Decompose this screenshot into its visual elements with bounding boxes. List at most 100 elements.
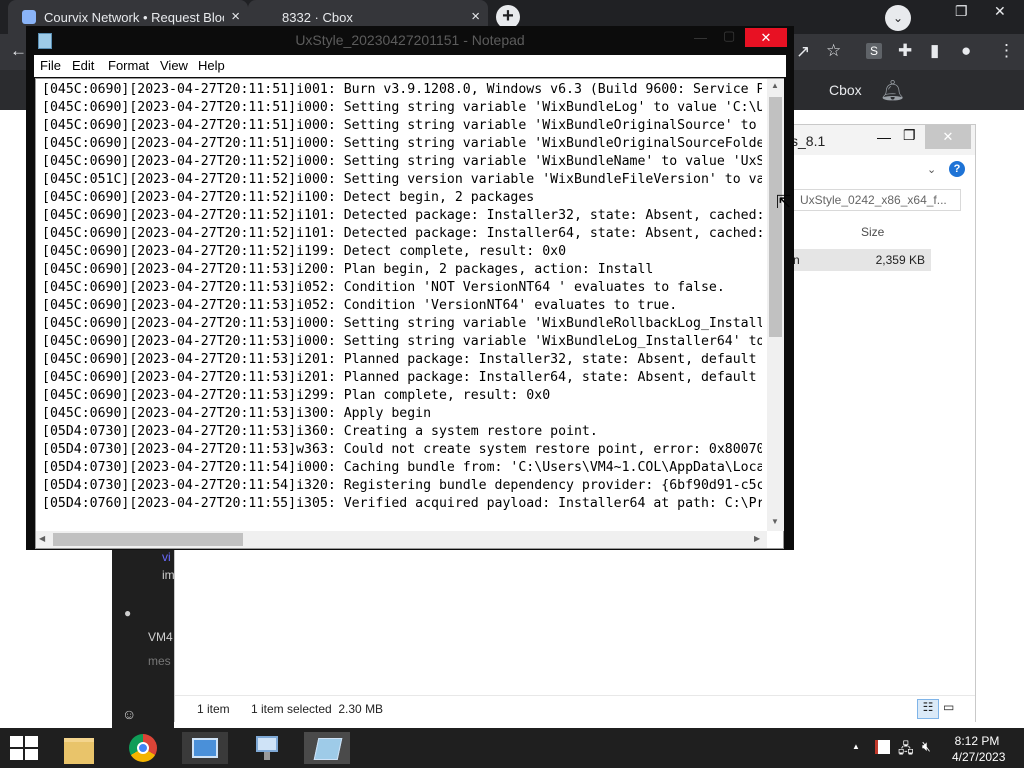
log-line[interactable]: [045C:0690][2023-04-27T20:11:53]i299: Pl… [42, 387, 762, 405]
scroll-left-icon[interactable]: ◀ [39, 534, 45, 543]
clock-date: 4/27/2023 [952, 750, 1006, 764]
file-name: n [793, 253, 800, 267]
action-center-flag-icon[interactable] [875, 740, 890, 754]
log-line[interactable]: [045C:0690][2023-04-27T20:11:52]i101: De… [42, 225, 762, 243]
notepad-text-area[interactable]: [045C:0690][2023-04-27T20:11:51]i001: Bu… [35, 78, 784, 549]
log-line[interactable]: [045C:0690][2023-04-27T20:11:53]i300: Ap… [42, 405, 762, 423]
extension-s-icon[interactable]: S [866, 43, 882, 59]
emoji-icon[interactable]: ☺ [122, 706, 136, 722]
thumbnail-view-icon[interactable]: ▭ [943, 700, 954, 714]
menu-view[interactable]: View [160, 58, 188, 73]
maximize-icon[interactable]: ❐ [903, 127, 916, 144]
log-line[interactable]: [045C:0690][2023-04-27T20:11:53]i201: Pl… [42, 369, 762, 387]
tab-close-icon[interactable]: × [231, 8, 240, 25]
log-line[interactable]: [045C:0690][2023-04-27T20:11:53]i000: Se… [42, 333, 762, 351]
window-restore-icon[interactable]: ❐ [955, 3, 968, 20]
log-line[interactable]: [05D4:0730][2023-04-27T20:11:54]i000: Ca… [42, 459, 762, 477]
notepad-menubar: File Edit Format View Help [34, 55, 786, 77]
start-button[interactable] [10, 736, 38, 760]
minimize-icon[interactable]: — [877, 129, 891, 145]
menu-edit[interactable]: Edit [72, 58, 94, 73]
courvix-favicon-icon [22, 10, 36, 24]
chat-username: VM4 [148, 630, 173, 644]
maximize-icon[interactable]: ▢ [723, 28, 735, 44]
item-count: 1 item [197, 702, 230, 716]
chevron-down-icon[interactable]: ⌄ [927, 163, 936, 176]
log-line[interactable]: [045C:051C][2023-04-27T20:11:52]i000: Se… [42, 171, 762, 189]
tab-search-button[interactable]: ⌄ [885, 5, 911, 31]
scroll-down-icon[interactable]: ▼ [771, 517, 779, 526]
log-line[interactable]: [05D4:0730][2023-04-27T20:11:53]w363: Co… [42, 441, 762, 459]
star-icon[interactable]: ☆ [826, 41, 841, 61]
notepad-title: UxStyle_20230427201151 - Notepad [295, 32, 525, 48]
network-tray-icon[interactable]: 🖧︎ [898, 738, 914, 762]
cbox-chat-panel: vi im ● VM4 mes ☺ [112, 550, 175, 730]
selection-info: 1 item selected 2.30 MB [251, 702, 384, 716]
log-line[interactable]: [045C:0690][2023-04-27T20:11:51]i001: Bu… [42, 81, 762, 99]
search-input[interactable]: UxStyle_0242_x86_x64_f... [791, 189, 961, 211]
notepad-window: UxStyle_20230427201151 - Notepad — ▢ ✕ F… [26, 26, 794, 550]
log-line[interactable]: [045C:0690][2023-04-27T20:11:52]i100: De… [42, 189, 762, 207]
minimize-icon[interactable]: — [694, 30, 707, 45]
log-line[interactable]: [05D4:0730][2023-04-27T20:11:54]i320: Re… [42, 477, 762, 495]
horizontal-scrollbar[interactable]: ◀ ▶ [36, 531, 767, 548]
log-line[interactable]: [045C:0690][2023-04-27T20:11:53]i052: Co… [42, 297, 762, 315]
file-explorer-taskbar-icon[interactable] [56, 732, 102, 764]
log-line[interactable]: [045C:0690][2023-04-27T20:11:51]i000: Se… [42, 117, 762, 135]
menu-format[interactable]: Format [108, 58, 149, 73]
explorer-statusbar: 1 item 1 item selected 2.30 MB ☷ ▭ [175, 695, 975, 722]
volume-mute-icon[interactable]: 🔇︎ [922, 738, 931, 755]
log-line[interactable]: [045C:0690][2023-04-27T20:11:53]i201: Pl… [42, 351, 762, 369]
details-view-icon[interactable]: ☷ [917, 699, 939, 719]
window-close-icon[interactable]: ✕ [994, 3, 1006, 20]
explorer-title: s_8.1 [791, 133, 826, 149]
log-line[interactable]: [045C:0690][2023-04-27T20:11:53]i000: Se… [42, 315, 762, 333]
scroll-up-icon[interactable]: ▲ [771, 81, 779, 90]
file-row[interactable]: n 2,359 KB [787, 249, 931, 271]
vertical-scroll-thumb[interactable] [769, 97, 782, 337]
control-panel-taskbar-icon[interactable] [182, 732, 228, 764]
menu-file[interactable]: File [40, 58, 61, 73]
log-line[interactable]: [05D4:0730][2023-04-27T20:11:53]i360: Cr… [42, 423, 762, 441]
network-taskbar-icon[interactable] [244, 732, 290, 764]
notepad-titlebar[interactable]: UxStyle_20230427201151 - Notepad — ▢ ✕ [26, 26, 794, 55]
puzzle-icon[interactable]: ✚ [898, 41, 912, 61]
profile-icon[interactable]: ● [961, 41, 971, 61]
log-line[interactable]: [05D4:0760][2023-04-27T20:11:55]i305: Ve… [42, 495, 762, 513]
close-button[interactable]: ✕ [745, 28, 787, 47]
clock-time: 8:12 PM [954, 734, 1000, 748]
log-line[interactable]: [045C:0690][2023-04-27T20:11:52]i199: De… [42, 243, 762, 261]
help-icon[interactable]: ? [949, 161, 965, 177]
tab-title: 8332 · Cbox [282, 9, 353, 25]
horizontal-scroll-thumb[interactable] [53, 533, 243, 546]
user-icon: ● [124, 606, 132, 620]
notepad-taskbar-icon[interactable] [304, 732, 350, 764]
chat-text: im [162, 568, 175, 582]
side-panel-icon[interactable]: ▮ [930, 41, 939, 61]
vertical-scrollbar[interactable]: ▲ ▼ [767, 79, 784, 531]
chrome-taskbar-icon[interactable] [120, 732, 166, 764]
log-line[interactable]: [045C:0690][2023-04-27T20:11:53]i052: Co… [42, 279, 762, 297]
cbox-header-title[interactable]: Cbox [829, 82, 862, 98]
log-line[interactable]: [045C:0690][2023-04-27T20:11:51]i000: Se… [42, 135, 762, 153]
log-line[interactable]: [045C:0690][2023-04-27T20:11:52]i000: Se… [42, 153, 762, 171]
file-size: 2,359 KB [875, 253, 925, 267]
tab-close-icon[interactable]: × [471, 8, 480, 25]
back-icon[interactable]: ← [10, 41, 27, 61]
log-line[interactable]: [045C:0690][2023-04-27T20:11:52]i101: De… [42, 207, 762, 225]
bell-icon[interactable]: 🔔︎ [880, 78, 905, 103]
mouse-cursor-icon: ⇱ [776, 192, 792, 212]
message-input[interactable]: mes [148, 654, 171, 668]
tray-expand-icon[interactable]: ▲ [852, 742, 860, 751]
more-icon[interactable]: ⋮ [998, 41, 1015, 61]
taskbar: ▲ 🖧︎ 🔇︎ 8:12 PM 4/27/2023 [0, 728, 1024, 768]
share-icon[interactable]: ↗ [796, 42, 810, 62]
menu-help[interactable]: Help [198, 58, 225, 73]
clock[interactable]: 8:12 PM 4/27/2023 [952, 733, 1006, 765]
scroll-right-icon[interactable]: ▶ [754, 534, 760, 543]
log-lines[interactable]: [045C:0690][2023-04-27T20:11:51]i001: Bu… [42, 81, 762, 521]
log-line[interactable]: [045C:0690][2023-04-27T20:11:51]i000: Se… [42, 99, 762, 117]
column-header-size[interactable]: Size [861, 225, 884, 239]
log-line[interactable]: [045C:0690][2023-04-27T20:11:53]i200: Pl… [42, 261, 762, 279]
close-icon[interactable]: ✕ [925, 125, 971, 149]
